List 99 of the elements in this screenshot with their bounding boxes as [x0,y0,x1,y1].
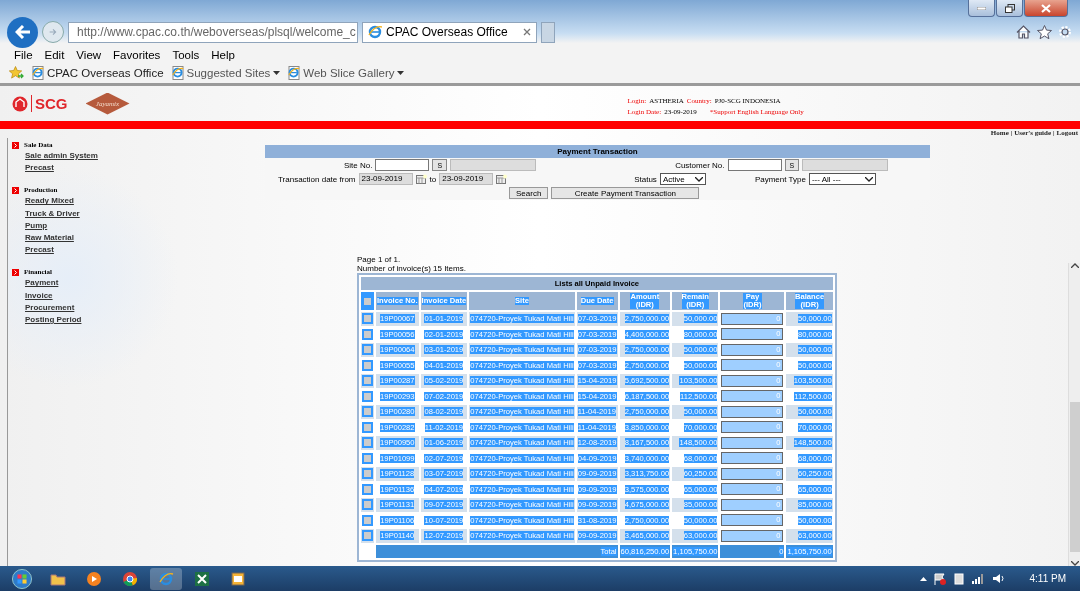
row-checkbox[interactable] [362,437,373,449]
page-info: Page 1 of 1. [357,255,402,264]
row-checkbox[interactable] [362,468,373,480]
minimize-button[interactable] [968,0,995,17]
row-checkbox[interactable] [362,390,373,402]
sidebar-link[interactable]: Pump [25,219,269,232]
caret-icon [694,176,703,182]
close-button[interactable] [1024,0,1068,17]
scroll-up-icon[interactable] [1070,263,1079,268]
ie-icon [158,570,174,587]
calendar-icon[interactable] [496,174,508,184]
row-checkbox[interactable] [362,499,373,511]
sidebar-link[interactable]: Ready Mixed [25,195,269,208]
arrow-bullet-icon [12,141,19,149]
field-label: Transaction date from [278,174,356,184]
menu-item[interactable]: Tools [166,46,206,63]
chrome-icon [122,570,138,587]
close-icon [1041,3,1051,13]
field-label: Status [634,174,657,184]
arrow-bullet-icon [12,268,19,276]
clock-time[interactable]: 4:11 PM [1029,573,1066,584]
restore-button[interactable] [996,0,1023,17]
window-app-icon [230,570,246,587]
date-to-field[interactable]: 23-09-2019 [439,173,494,185]
panel-title: Payment Transaction [265,145,930,158]
scg-emblem-icon [12,95,28,112]
row-checkbox[interactable] [362,530,373,542]
row-checkbox[interactable] [362,344,373,356]
sidebar-link[interactable]: Posting Period [25,314,269,327]
menu-item[interactable]: Favorites [107,46,167,63]
favorites-star-icon[interactable] [9,66,24,80]
row-checkbox[interactable] [362,406,373,418]
row-checkbox[interactable] [362,452,373,464]
close-icon[interactable] [523,28,531,36]
home-icon[interactable] [1016,25,1031,39]
favorites-link[interactable]: Web Slice Gallery [288,66,405,80]
site-number-field[interactable] [375,159,430,171]
windows-orb-icon [12,567,32,590]
arrow-bullet-icon [12,186,19,194]
scrollbar[interactable] [1068,263,1080,566]
menu-item[interactable]: File [8,46,39,63]
field-label: Payment Type [754,174,806,184]
back-button[interactable] [7,16,38,48]
search-button[interactable]: Search [509,187,549,199]
sidebar-link[interactable]: Precast [25,162,269,175]
row-checkbox[interactable] [362,514,373,526]
caret-icon [864,176,873,182]
minimize-icon [977,6,986,10]
signal-icon[interactable] [971,573,985,584]
field-label: Site No. [344,160,373,170]
customer-number-field[interactable] [727,159,782,171]
sidebar-link[interactable]: Raw Material [25,232,269,245]
select-all-checkbox[interactable] [362,295,373,307]
left-arrow-icon [14,25,31,39]
ie-icon [368,25,382,39]
scroll-down-icon[interactable] [1070,561,1079,566]
brand-name: SCG [31,95,68,112]
favorites-link[interactable]: CPAC Overseas Office [32,66,164,80]
page-ie-icon [171,66,184,80]
flag-icon[interactable] [933,572,946,585]
caret-icon [273,71,281,75]
row-checkbox[interactable] [362,328,373,340]
payment-type-dropdown[interactable]: --- All --- [808,173,876,185]
menu-item[interactable]: Help [205,46,241,63]
field-label: Customer No. [675,160,725,170]
tray-up-icon[interactable] [919,576,927,581]
volume-icon[interactable] [991,573,1005,584]
settings-icon[interactable] [1058,25,1072,39]
row-checkbox[interactable] [362,421,373,433]
status-dropdown[interactable]: Active [659,173,706,185]
restore-icon [1004,3,1015,13]
tab-title: CPAC Overseas Office [386,25,509,39]
sidebar-link[interactable]: Payment [25,277,269,290]
sidebar-link[interactable]: Truck & Driver [25,207,269,220]
row-checkbox[interactable] [362,375,373,387]
right-arrow-icon [49,27,57,37]
sidebar-link[interactable]: Procurement [25,301,269,315]
menu-item[interactable]: View [70,46,108,63]
page-ie-icon [288,66,301,80]
media-player-icon [86,570,102,587]
row-checkbox[interactable] [362,483,373,495]
date-from-field[interactable]: 23-09-2019 [358,173,413,185]
page-ie-icon [32,66,44,80]
device-icon[interactable] [952,572,965,585]
menu-item[interactable]: Edit [38,46,71,63]
row-checkbox[interactable] [362,313,373,325]
browser-tab[interactable]: CPAC Overseas Office [362,21,537,43]
star-icon[interactable] [1037,25,1052,39]
calendar-icon[interactable] [415,174,427,184]
sidebar-link[interactable]: Precast [25,244,269,257]
caret-icon [397,71,405,75]
row-checkbox[interactable] [362,359,373,371]
address-bar[interactable]: http://www.cpac.co.th/weboverseas/plsql/welcome_c [68,21,358,43]
field-label: to [429,174,437,184]
create-button[interactable]: Create Payment Transaction [551,187,700,199]
sidebar-link[interactable]: Invoice [25,289,269,302]
favorites-link[interactable]: Suggested Sites [171,66,281,80]
spreadsheet-icon [194,570,210,587]
invoice-count: Number of invoice(s) 15 Items. [357,264,467,273]
